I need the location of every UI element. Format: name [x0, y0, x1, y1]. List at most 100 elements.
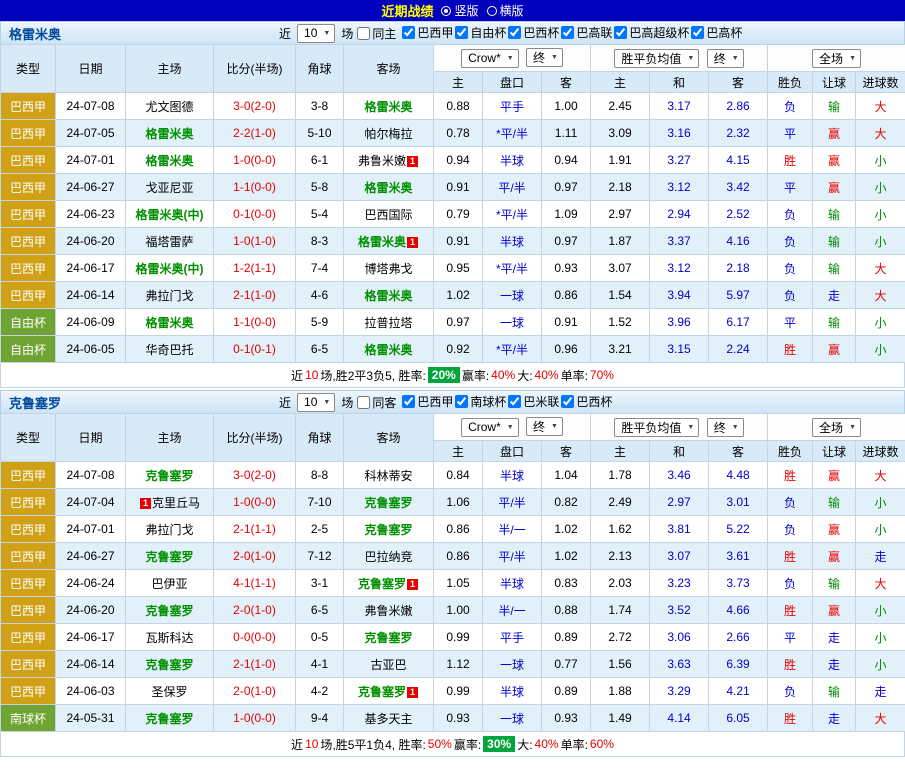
handicap-cell: 半球 [483, 147, 542, 174]
team-name[interactable]: 古亚巴 [370, 658, 406, 672]
avg-away-cell: 6.17 [709, 309, 768, 336]
team-name[interactable]: 格雷米奥 [358, 235, 406, 249]
league-checkbox[interactable] [614, 26, 627, 39]
team-name[interactable]: 瓦斯科达 [145, 631, 193, 645]
odds-final-select[interactable]: 终 ▼ [526, 417, 563, 436]
league-filter[interactable]: 巴西甲 [402, 24, 453, 41]
league-filter[interactable]: 巴高超级杯 [614, 24, 689, 41]
corner-cell: 3-1 [296, 570, 344, 597]
team-name[interactable]: 格雷米奥 [364, 100, 412, 114]
team-name[interactable]: 格雷米奥 [145, 154, 193, 168]
team-name[interactable]: 格雷米奥 [145, 127, 193, 141]
team-name[interactable]: 巴拉纳竞 [364, 550, 412, 564]
team-name[interactable]: 克鲁塞罗 [358, 685, 406, 699]
sub-header-odds-away: 客 [542, 441, 591, 462]
league-filter[interactable]: 自由杯 [455, 24, 506, 41]
team-name[interactable]: 克鲁塞罗 [145, 469, 193, 483]
avg-final-select[interactable]: 终 ▼ [707, 49, 744, 68]
team-name[interactable]: 克里丘马 [152, 496, 200, 510]
team-name[interactable]: 科林蒂安 [364, 469, 412, 483]
league-checkbox[interactable] [455, 395, 468, 408]
league-filter[interactable]: 南球杯 [455, 393, 506, 410]
odds-source-select[interactable]: Crow* ▼ [461, 418, 519, 437]
team-name[interactable]: 弗鲁米嫩 [358, 154, 406, 168]
layout-option-vertical[interactable]: 竖版 [441, 2, 478, 19]
league-filter[interactable]: 巴高联 [561, 24, 612, 41]
team-name[interactable]: 圣保罗 [151, 685, 187, 699]
date-cell: 24-07-08 [56, 462, 126, 489]
team-name[interactable]: 格雷米奥 [364, 289, 412, 303]
league-checkbox[interactable] [402, 26, 415, 39]
avg-source-value: 胜平负均值 [621, 50, 681, 67]
team-name[interactable]: 拉普拉塔 [364, 316, 412, 330]
scope-select-cell: 全场 ▼ [768, 45, 905, 72]
team-name[interactable]: 格雷米奥 [364, 343, 412, 357]
sub-header-odds-home: 主 [434, 441, 483, 462]
match-count-select[interactable]: 10 ▼ [297, 24, 335, 43]
team-name[interactable]: 格雷米奥 [145, 316, 193, 330]
team-name[interactable]: 基多天主 [364, 712, 412, 726]
same-venue-filter[interactable]: 同主 [357, 25, 396, 42]
team-name[interactable]: 格雷米奥(中) [136, 208, 204, 222]
odds-source-select[interactable]: Crow* ▼ [461, 49, 519, 68]
odds-final-select[interactable]: 终 ▼ [526, 48, 563, 67]
match-row: 巴西甲24-06-27戈亚尼亚1-1(0-0)5-8格雷米奥0.91平/半0.9… [1, 174, 905, 201]
league-checkbox[interactable] [402, 395, 415, 408]
same-venue-checkbox[interactable] [357, 396, 370, 409]
team-name[interactable]: 帕尔梅拉 [364, 127, 412, 141]
team-name[interactable]: 巴伊亚 [151, 577, 187, 591]
team-name[interactable]: 克鲁塞罗 [145, 658, 193, 672]
handicap-cell: 平/半 [483, 174, 542, 201]
scope-select[interactable]: 全场 ▼ [812, 49, 861, 68]
same-venue-checkbox[interactable] [357, 27, 370, 40]
away-team-cell: 科林蒂安 [344, 462, 434, 489]
league-filter[interactable]: 巴西杯 [561, 393, 612, 410]
team-name[interactable]: 戈亚尼亚 [145, 181, 193, 195]
scope-select[interactable]: 全场 ▼ [812, 418, 861, 437]
team-name[interactable]: 巴西国际 [364, 208, 412, 222]
avg-final-select[interactable]: 终 ▼ [707, 418, 744, 437]
team-name[interactable]: 克鲁塞罗 [364, 496, 412, 510]
league-checkbox[interactable] [455, 26, 468, 39]
league-checkbox[interactable] [508, 26, 521, 39]
result-cell: 平 [768, 120, 813, 147]
team-name[interactable]: 克鲁塞罗 [364, 631, 412, 645]
league-filter[interactable]: 巴高杯 [691, 24, 742, 41]
avg-source-select[interactable]: 胜平负均值 ▼ [614, 418, 699, 437]
league-filter[interactable]: 巴米联 [508, 393, 559, 410]
date-cell: 24-06-03 [56, 678, 126, 705]
team-name[interactable]: 华奇巴托 [145, 343, 193, 357]
sub-header-avg-away: 客 [709, 72, 768, 93]
away-team-cell: 克鲁塞罗1 [344, 570, 434, 597]
league-filter[interactable]: 巴西杯 [508, 24, 559, 41]
avg-source-select[interactable]: 胜平负均值 ▼ [614, 49, 699, 68]
team-name[interactable]: 克鲁塞罗 [145, 550, 193, 564]
team-name[interactable]: 克鲁塞罗 [145, 712, 193, 726]
team-header-bar: 格雷米奥 近 10 ▼ 场 同主 巴西甲自由杯巴西杯巴高联巴高超级杯巴高杯 [0, 21, 905, 44]
league-filter[interactable]: 巴西甲 [402, 393, 453, 410]
team-name[interactable]: 克鲁塞罗 [145, 604, 193, 618]
summary-segment: 40% [535, 368, 559, 382]
league-checkbox[interactable] [691, 26, 704, 39]
corner-cell: 9-4 [296, 705, 344, 732]
team-name[interactable]: 克鲁塞罗 [364, 523, 412, 537]
same-venue-filter[interactable]: 同客 [357, 394, 396, 411]
team-name[interactable]: 弗拉门戈 [145, 523, 193, 537]
chevron-down-icon: ▼ [551, 423, 558, 430]
team-name[interactable]: 尤文图德 [145, 100, 193, 114]
team-name[interactable]: 福塔雷萨 [145, 235, 193, 249]
layout-option-horizontal[interactable]: 横版 [487, 2, 524, 19]
league-checkbox[interactable] [561, 395, 574, 408]
team-name[interactable]: 博塔弗戈 [364, 262, 412, 276]
league-checkbox[interactable] [561, 26, 574, 39]
team-name[interactable]: 格雷米奥(中) [136, 262, 204, 276]
league-checkbox[interactable] [508, 395, 521, 408]
radio-selected-icon[interactable] [441, 6, 451, 16]
team-name[interactable]: 格雷米奥 [364, 181, 412, 195]
team-name[interactable]: 克鲁塞罗 [358, 577, 406, 591]
team-name[interactable]: 弗鲁米嫩 [364, 604, 412, 618]
radio-unselected-icon[interactable] [487, 6, 497, 16]
home-team-cell: 克鲁塞罗 [126, 651, 214, 678]
match-count-select[interactable]: 10 ▼ [297, 393, 335, 412]
team-name[interactable]: 弗拉门戈 [145, 289, 193, 303]
